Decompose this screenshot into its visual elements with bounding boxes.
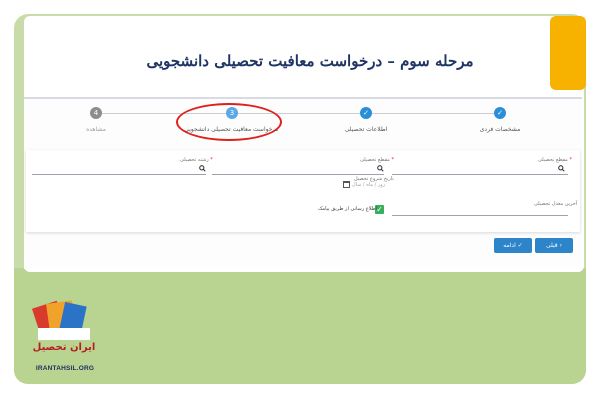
calendar-icon[interactable]	[343, 181, 350, 188]
required-mark: *	[391, 157, 394, 163]
required-mark: *	[210, 157, 213, 163]
grade-field-label: * مقطع تحصیلی	[360, 157, 394, 163]
form-card	[26, 150, 580, 232]
step-1-label: مشخصات فردی	[479, 126, 521, 133]
required-mark: *	[569, 157, 572, 163]
average-field-label: آخرین معدل تحصیلی	[534, 201, 578, 207]
next-button[interactable]: ✓ ادامه	[494, 238, 532, 253]
level-field[interactable]	[392, 174, 568, 175]
accent-tab	[550, 16, 586, 90]
sms-checkbox-label: اطلاع رسانی از طریق پیامک	[318, 206, 378, 212]
check-icon: ✓	[517, 242, 523, 249]
prev-button-label: قبلی	[546, 242, 558, 249]
level-field-text: مقطع تحصیلی	[538, 157, 568, 163]
chevron-right-icon: ‹	[559, 242, 562, 249]
average-field[interactable]	[392, 215, 568, 216]
irantahsil-logo: ایران تحصیل	[32, 300, 96, 353]
step-2-label: اطلاعات تحصیلی	[344, 126, 388, 133]
next-button-label: ادامه	[503, 242, 516, 249]
search-icon[interactable]	[558, 165, 565, 172]
grade-field-text: مقطع تحصیلی	[360, 157, 390, 163]
start-date-input[interactable]: روز / ماه / سال	[352, 182, 385, 188]
page-title: مرحله سوم – درخواست معافیت تحصیلی دانشجو…	[146, 52, 474, 70]
step-4-label: مشاهده	[86, 126, 106, 133]
screenshot-frame: مرحله سوم – درخواست معافیت تحصیلی دانشجو…	[0, 0, 600, 400]
step-2-indicator[interactable]: ✓	[360, 107, 372, 119]
stepper-connector	[372, 113, 494, 114]
step-1-indicator[interactable]: ✓	[494, 107, 506, 119]
major-field-label: * رشته تحصیلی	[180, 157, 213, 163]
level-field-label: * مقطع تحصیلی	[538, 157, 572, 163]
highlight-ring	[176, 103, 282, 141]
search-icon[interactable]	[377, 165, 384, 172]
logo-url: IRANTAHSIL.ORG	[35, 365, 95, 372]
search-icon[interactable]	[199, 165, 206, 172]
prev-button[interactable]: ‹ قبلی	[535, 238, 573, 253]
major-field-text: رشته تحصیلی	[180, 157, 209, 163]
step-4-indicator[interactable]: 4	[90, 107, 102, 119]
major-field[interactable]	[32, 174, 206, 175]
logo-name: ایران تحصیل	[33, 342, 96, 353]
grade-field[interactable]	[212, 174, 384, 175]
